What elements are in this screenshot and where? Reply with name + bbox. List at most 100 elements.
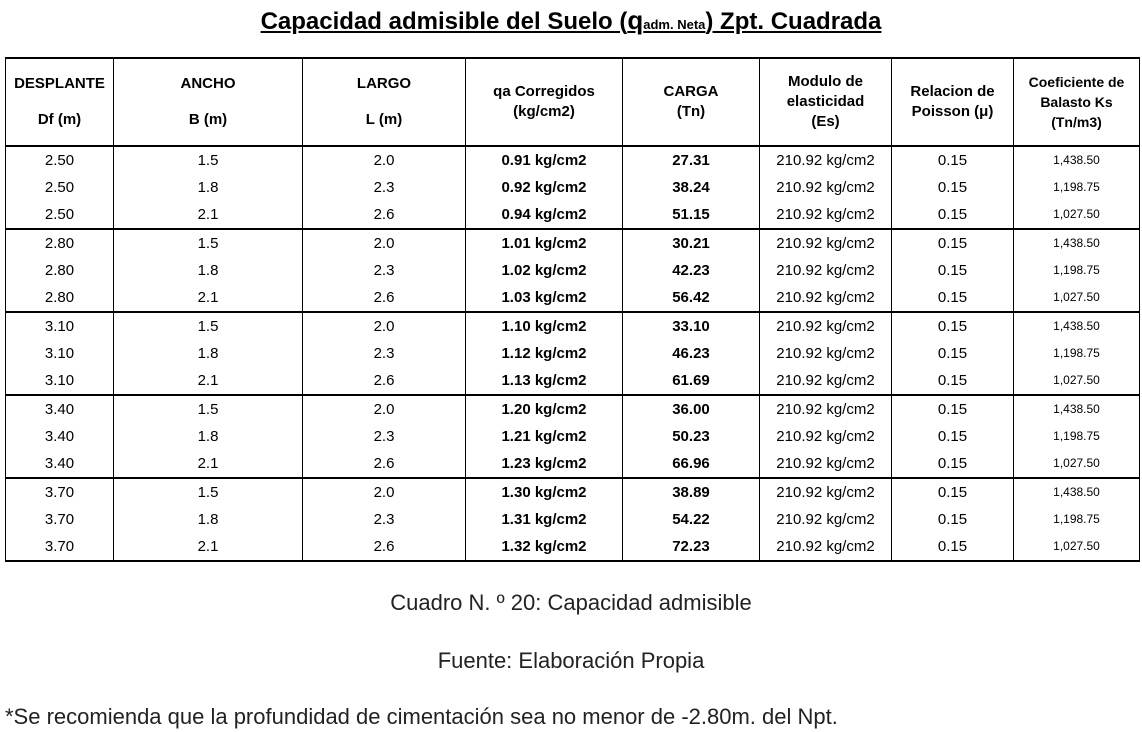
cell-poisson: 0.15 (891, 450, 1014, 479)
table-row: 3.40 2.1 2.6 1.23 kg/cm2 66.96 210.92 kg/cm2 0… (5, 450, 1140, 479)
cell-es: 210.92 kg/cm2 (759, 423, 892, 450)
cell-carga: 30.21 (622, 229, 760, 257)
cell-qa: 0.91 kg/cm2 (465, 146, 623, 174)
document-title: Capacidad admisible del Suelo (qadm. Net… (0, 4, 1142, 41)
cell-qa: 0.94 kg/cm2 (465, 201, 623, 230)
cell-ks: 1,027.50 (1013, 284, 1140, 313)
cell-desplante: 2.80 (5, 257, 114, 284)
cell-carga: 56.42 (622, 284, 760, 313)
cell-es: 210.92 kg/cm2 (759, 367, 892, 396)
cell-ancho: 1.8 (113, 257, 303, 284)
cell-ancho: 1.8 (113, 340, 303, 367)
title-subscript: adm. Neta (643, 17, 706, 32)
cell-largo: 2.3 (302, 174, 466, 201)
table-source: Fuente: Elaboración Propia (437, 648, 705, 673)
cell-es: 210.92 kg/cm2 (759, 312, 892, 340)
cell-largo: 2.0 (302, 146, 466, 174)
cell-largo: 2.3 (302, 423, 466, 450)
header-desplante: DESPLANTE Df (m) (5, 57, 114, 147)
cell-ancho: 2.1 (113, 367, 303, 396)
cell-largo: 2.6 (302, 450, 466, 479)
table-row: 3.10 1.8 2.3 1.12 kg/cm2 46.23 210.92 kg/cm2 0… (5, 340, 1140, 367)
header-coeficiente-balasto: Coeficiente de Balasto Ks (Tn/m3) (1013, 57, 1140, 147)
table-row: 2.50 2.1 2.6 0.94 kg/cm2 51.15 210.92 kg/cm2 0… (5, 201, 1140, 230)
cell-desplante: 3.10 (5, 340, 114, 367)
cell-poisson: 0.15 (891, 284, 1014, 313)
recommendation-note: *Se recomienda que la profundidad de cim… (5, 704, 838, 729)
table-row: 2.80 2.1 2.6 1.03 kg/cm2 56.42 210.92 kg/cm2 0… (5, 284, 1140, 313)
bearing-capacity-table: DESPLANTE Df (m) ANCHO B (m) LARGO L (m)… (5, 57, 1140, 562)
cell-es: 210.92 kg/cm2 (759, 201, 892, 230)
cell-es: 210.92 kg/cm2 (759, 395, 892, 423)
table-row: 3.70 1.5 2.0 1.30 kg/cm2 38.89 210.92 kg/cm2 0… (5, 478, 1140, 506)
cell-desplante: 2.50 (5, 174, 114, 201)
cell-qa: 1.12 kg/cm2 (465, 340, 623, 367)
header-row: DESPLANTE Df (m) ANCHO B (m) LARGO L (m)… (5, 57, 1140, 147)
cell-desplante: 3.40 (5, 395, 114, 423)
cell-poisson: 0.15 (891, 367, 1014, 396)
cell-carga: 61.69 (622, 367, 760, 396)
cell-ks: 1,027.50 (1013, 367, 1140, 396)
table-row: 3.70 1.8 2.3 1.31 kg/cm2 54.22 210.92 kg/cm2 0… (5, 506, 1140, 533)
cell-es: 210.92 kg/cm2 (759, 533, 892, 562)
cell-qa: 1.01 kg/cm2 (465, 229, 623, 257)
table-row: 2.80 1.5 2.0 1.01 kg/cm2 30.21 210.92 kg/cm2 0… (5, 229, 1140, 257)
cell-ancho: 2.1 (113, 533, 303, 562)
cell-ancho: 1.5 (113, 146, 303, 174)
cell-carga: 54.22 (622, 506, 760, 533)
table-row: 2.50 1.5 2.0 0.91 kg/cm2 27.31 210.92 kg/cm2 0… (5, 146, 1140, 174)
table-body: 2.50 1.5 2.0 0.91 kg/cm2 27.31 210.92 kg/cm2 0… (5, 146, 1140, 562)
header-ancho: ANCHO B (m) (113, 57, 303, 147)
cell-es: 210.92 kg/cm2 (759, 340, 892, 367)
cell-poisson: 0.15 (891, 174, 1014, 201)
cell-ancho: 1.5 (113, 229, 303, 257)
cell-qa: 1.02 kg/cm2 (465, 257, 623, 284)
cell-ancho: 2.1 (113, 284, 303, 313)
cell-es: 210.92 kg/cm2 (759, 174, 892, 201)
cell-ancho: 1.8 (113, 423, 303, 450)
cell-largo: 2.3 (302, 257, 466, 284)
cell-ks: 1,438.50 (1013, 478, 1140, 506)
cell-largo: 2.3 (302, 340, 466, 367)
cell-carga: 50.23 (622, 423, 760, 450)
cell-poisson: 0.15 (891, 395, 1014, 423)
cell-ks: 1,198.75 (1013, 423, 1140, 450)
cell-largo: 2.0 (302, 229, 466, 257)
cell-largo: 2.6 (302, 367, 466, 396)
cell-ks: 1,198.75 (1013, 506, 1140, 533)
cell-largo: 2.0 (302, 312, 466, 340)
cell-desplante: 3.10 (5, 367, 114, 396)
cell-ancho: 2.1 (113, 201, 303, 230)
cell-carga: 38.24 (622, 174, 760, 201)
title-end: ) Zpt. Cuadrada (705, 8, 882, 35)
cell-ks: 1,438.50 (1013, 146, 1140, 174)
cell-largo: 2.6 (302, 201, 466, 230)
cell-qa: 1.03 kg/cm2 (465, 284, 623, 313)
cell-ks: 1,438.50 (1013, 312, 1140, 340)
cell-es: 210.92 kg/cm2 (759, 146, 892, 174)
cell-poisson: 0.15 (891, 312, 1014, 340)
table-row: 3.40 1.8 2.3 1.21 kg/cm2 50.23 210.92 kg/cm2 0… (5, 423, 1140, 450)
cell-largo: 2.3 (302, 506, 466, 533)
cell-carga: 33.10 (622, 312, 760, 340)
cell-ancho: 1.8 (113, 174, 303, 201)
cell-es: 210.92 kg/cm2 (759, 506, 892, 533)
table-row: 3.10 2.1 2.6 1.13 kg/cm2 61.69 210.92 kg/cm2 0… (5, 367, 1140, 396)
cell-desplante: 3.70 (5, 533, 114, 562)
cell-poisson: 0.15 (891, 257, 1014, 284)
cell-qa: 1.20 kg/cm2 (465, 395, 623, 423)
cell-carga: 72.23 (622, 533, 760, 562)
cell-carga: 38.89 (622, 478, 760, 506)
cell-ks: 1,438.50 (1013, 229, 1140, 257)
cell-qa: 1.31 kg/cm2 (465, 506, 623, 533)
cell-largo: 2.6 (302, 284, 466, 313)
table-row: 3.70 2.1 2.6 1.32 kg/cm2 72.23 210.92 kg/cm2 0… (5, 533, 1140, 562)
table-row: 3.10 1.5 2.0 1.10 kg/cm2 33.10 210.92 kg/cm2 0… (5, 312, 1140, 340)
cell-es: 210.92 kg/cm2 (759, 284, 892, 313)
cell-poisson: 0.15 (891, 340, 1014, 367)
cell-qa: 1.13 kg/cm2 (465, 367, 623, 396)
cell-es: 210.92 kg/cm2 (759, 257, 892, 284)
cell-qa: 1.10 kg/cm2 (465, 312, 623, 340)
cell-ancho: 1.5 (113, 478, 303, 506)
cell-ks: 1,027.50 (1013, 450, 1140, 479)
